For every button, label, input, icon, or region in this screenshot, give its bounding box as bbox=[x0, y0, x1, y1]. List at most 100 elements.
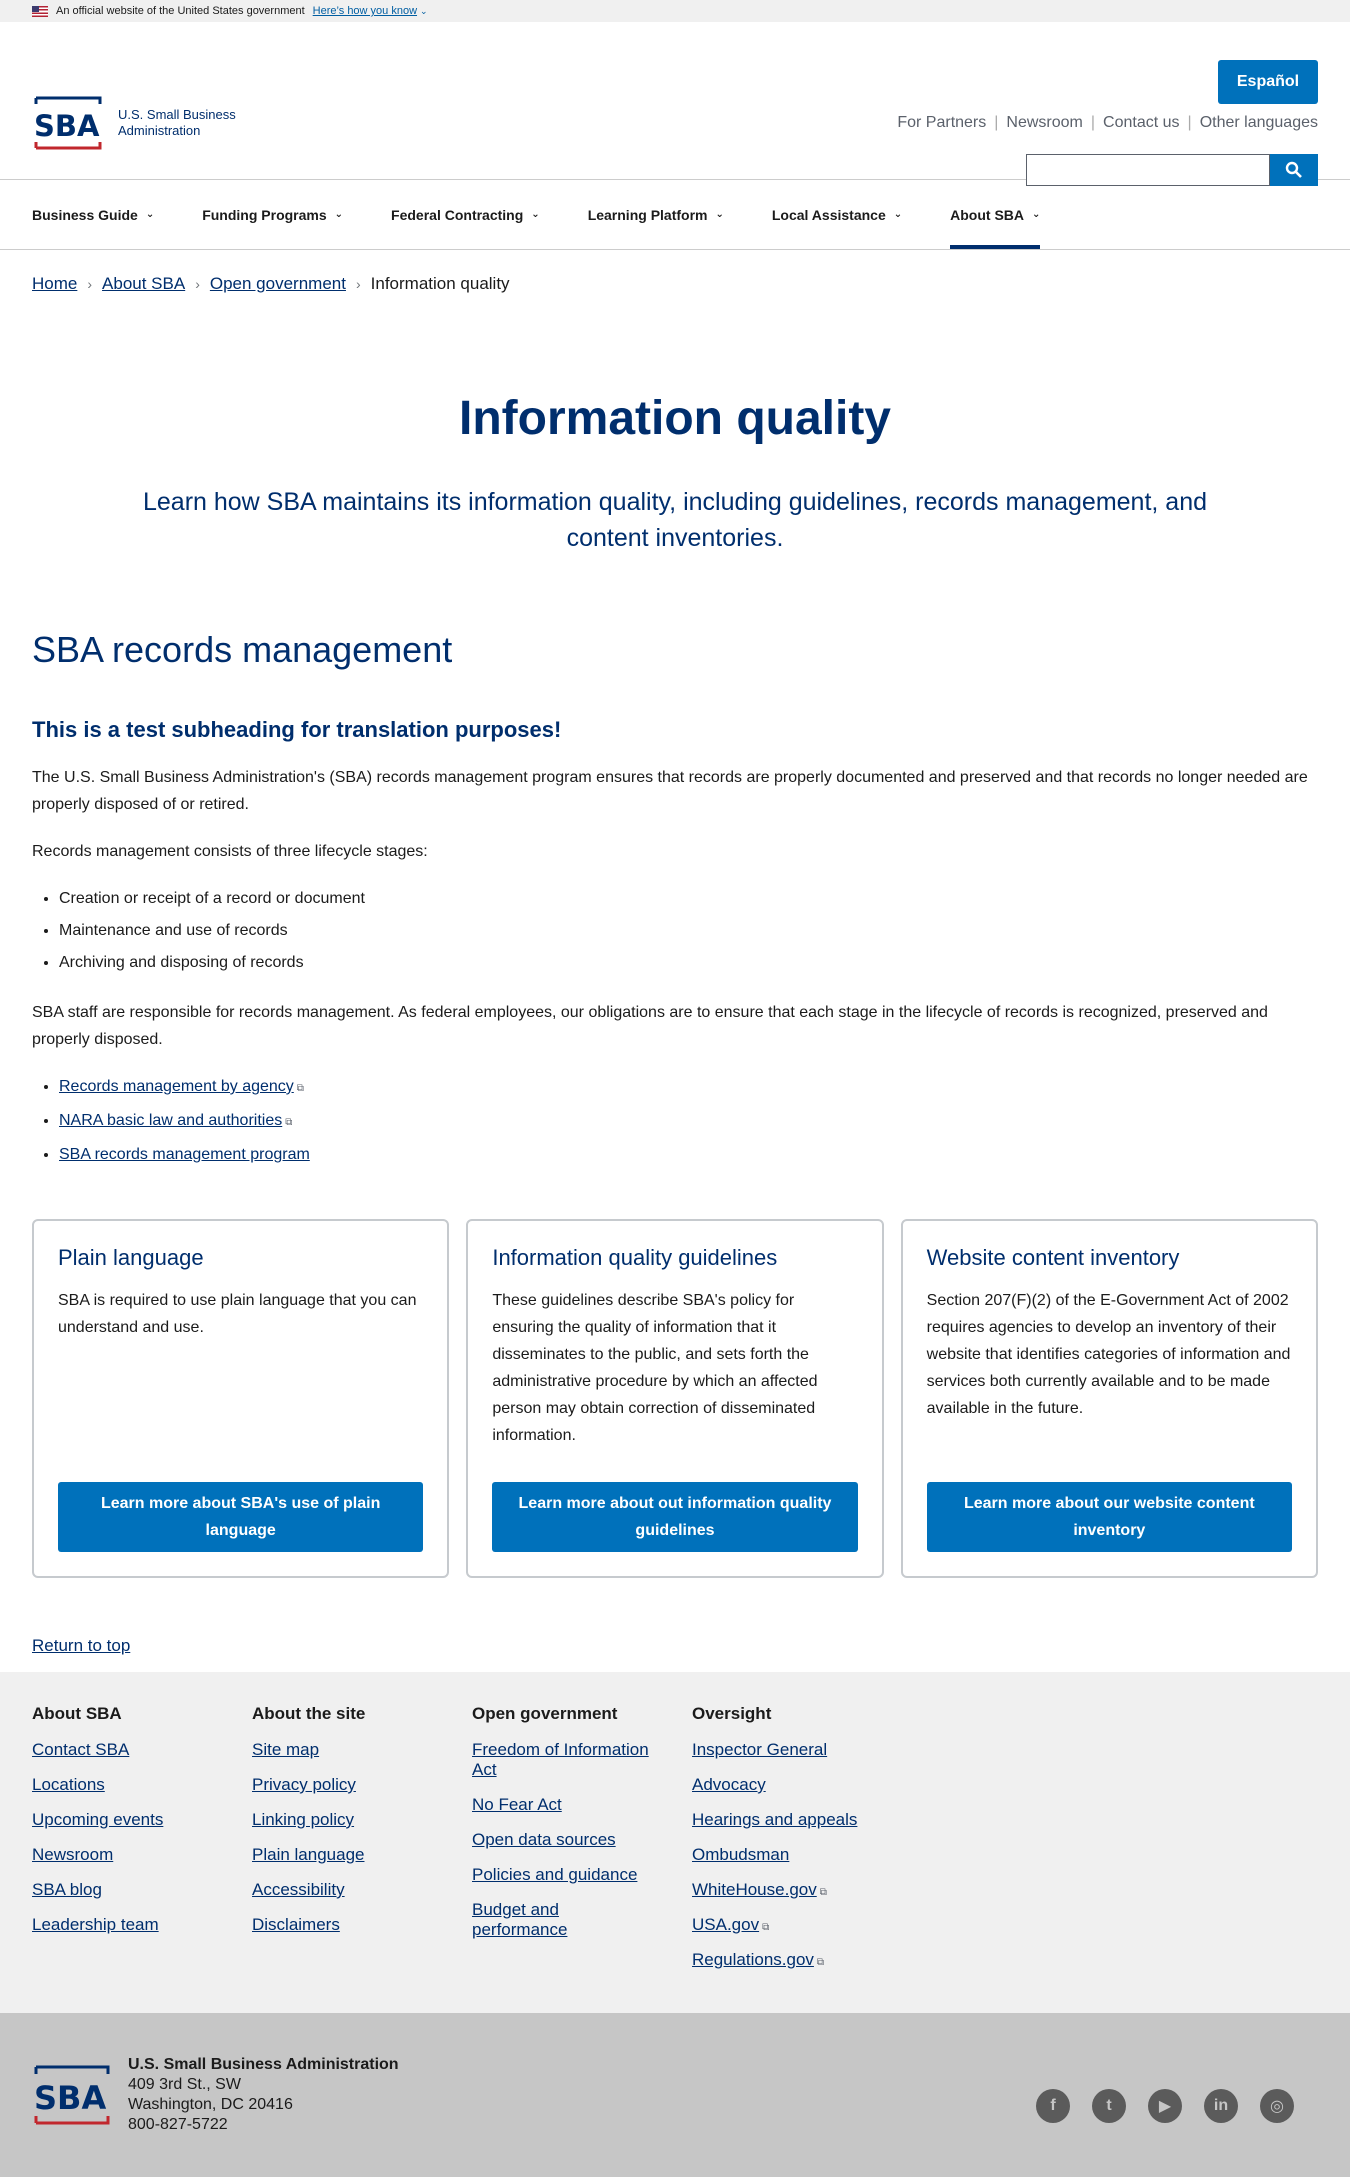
breadcrumb-home[interactable]: Home bbox=[32, 274, 77, 294]
external-link-icon: ⧉ bbox=[285, 1117, 293, 1128]
phone-number: 800-827-5722 bbox=[128, 2116, 228, 2133]
footer-link[interactable]: Hearings and appeals bbox=[692, 1810, 912, 1830]
social-links: f t ▶ in ◎ bbox=[1036, 2089, 1294, 2123]
list-item: Maintenance and use of records bbox=[59, 915, 1318, 947]
other-languages-link[interactable]: Other languages bbox=[1200, 114, 1318, 132]
newsroom-link[interactable]: Newsroom bbox=[1006, 114, 1082, 132]
footer-link[interactable]: No Fear Act bbox=[472, 1795, 692, 1815]
page-subtitle: Learn how SBA maintains its information … bbox=[142, 488, 1208, 552]
linkedin-icon[interactable]: in bbox=[1204, 2089, 1238, 2123]
card-plain-language: Plain language SBA is required to use pl… bbox=[32, 1219, 450, 1578]
youtube-icon[interactable]: ▶ bbox=[1148, 2089, 1182, 2123]
for-partners-link[interactable]: For Partners bbox=[897, 114, 986, 132]
card-body: These guidelines describe SBA's policy f… bbox=[492, 1292, 818, 1444]
twitter-icon[interactable]: t bbox=[1092, 2089, 1126, 2123]
footer-link[interactable]: Advocacy bbox=[692, 1775, 912, 1795]
breadcrumb-open-government[interactable]: Open government bbox=[210, 274, 346, 294]
site-header: SBA U.S. Small Business Administration E… bbox=[0, 22, 1350, 186]
svg-text:SBA: SBA bbox=[34, 2079, 106, 2117]
card-content-inventory: Website content inventory Section 207(F)… bbox=[900, 1219, 1318, 1578]
sba-records-program-link[interactable]: SBA records management program bbox=[59, 1146, 310, 1163]
chevron-down-icon: ⌄ bbox=[715, 209, 724, 220]
list-item: Archiving and disposing of records bbox=[59, 947, 1318, 979]
search-button[interactable] bbox=[1270, 154, 1318, 186]
search-form bbox=[1026, 154, 1318, 186]
card-title: Information quality guidelines bbox=[492, 1245, 778, 1270]
footer-link[interactable]: Linking policy bbox=[252, 1810, 472, 1830]
plain-language-button[interactable]: Learn more about SBA's use of plain lang… bbox=[58, 1482, 424, 1552]
nav-local-assistance[interactable]: Local Assistance ⌄ bbox=[772, 180, 902, 249]
contact-us-link[interactable]: Contact us bbox=[1103, 114, 1179, 132]
footer-col-oversight: Oversight Inspector General Advocacy Hea… bbox=[692, 1704, 912, 1985]
footer-link[interactable]: Accessibility bbox=[252, 1880, 472, 1900]
chevron-down-icon: ⌄ bbox=[334, 209, 344, 220]
footer-link[interactable]: Disclaimers bbox=[252, 1915, 472, 1935]
footer-link[interactable]: Inspector General bbox=[692, 1740, 912, 1760]
card-title: Plain language bbox=[58, 1245, 204, 1270]
footer-link[interactable]: Privacy policy bbox=[252, 1775, 472, 1795]
sba-logo-icon[interactable]: SBA bbox=[32, 2063, 112, 2127]
breadcrumb: Home › About SBA › Open government › Inf… bbox=[0, 250, 1350, 294]
footer-link[interactable]: Policies and guidance bbox=[472, 1865, 692, 1885]
sba-logo[interactable]: SBA U.S. Small Business Administration bbox=[32, 94, 236, 152]
nav-federal-contracting[interactable]: Federal Contracting ⌄ bbox=[391, 180, 540, 249]
footer-link[interactable]: Plain language bbox=[252, 1845, 472, 1865]
logo-line2: Administration bbox=[118, 123, 201, 138]
chevron-down-icon: ⌄ bbox=[531, 209, 540, 220]
logo-line1: U.S. Small Business bbox=[118, 107, 236, 122]
footer-link[interactable]: Regulations.gov bbox=[692, 1950, 814, 1970]
footer-link[interactable]: WhiteHouse.gov bbox=[692, 1880, 817, 1900]
footer-col-open-government: Open government Freedom of Information A… bbox=[472, 1704, 692, 1985]
nav-business-guide[interactable]: Business Guide ⌄ bbox=[32, 180, 154, 249]
footer-link[interactable]: SBA blog bbox=[32, 1880, 252, 1900]
external-link-icon: ⧉ bbox=[819, 1887, 827, 1898]
us-flag-icon bbox=[32, 5, 48, 17]
gov-banner: An official website of the United States… bbox=[0, 0, 1350, 22]
quality-guidelines-button[interactable]: Learn more about out information quality… bbox=[492, 1482, 858, 1552]
nara-law-link[interactable]: NARA basic law and authorities bbox=[59, 1112, 282, 1129]
external-link-icon: ⧉ bbox=[296, 1083, 304, 1094]
footer-col-title: About the site bbox=[252, 1704, 366, 1723]
sba-logo-icon: SBA bbox=[34, 96, 102, 150]
records-links: Records management by agency⧉ NARA basic… bbox=[32, 1071, 1318, 1171]
search-input[interactable] bbox=[1026, 154, 1270, 186]
instagram-icon[interactable]: ◎ bbox=[1260, 2089, 1294, 2123]
footer-link[interactable]: USA.gov bbox=[692, 1915, 759, 1935]
footer-col-about-site: About the site Site map Privacy policy L… bbox=[252, 1704, 472, 1985]
footer-link[interactable]: Budget and performance bbox=[472, 1900, 582, 1940]
footer-link[interactable]: Leadership team bbox=[32, 1915, 252, 1935]
return-to-top-link[interactable]: Return to top bbox=[32, 1636, 130, 1655]
page-title: Information quality bbox=[459, 392, 891, 445]
facebook-icon[interactable]: f bbox=[1036, 2089, 1070, 2123]
footer-link[interactable]: Contact SBA bbox=[32, 1740, 252, 1760]
card-body: SBA is required to use plain language th… bbox=[58, 1292, 417, 1336]
records-by-agency-link[interactable]: Records management by agency bbox=[59, 1078, 294, 1095]
chevron-down-icon[interactable]: ⌄ bbox=[420, 6, 428, 17]
svg-text:SBA: SBA bbox=[34, 109, 100, 143]
card-title: Website content inventory bbox=[926, 1245, 1180, 1270]
section-subheading: This is a test subheading for translatio… bbox=[32, 717, 562, 742]
espanol-button[interactable]: Español bbox=[1218, 60, 1318, 104]
chevron-down-icon: ⌄ bbox=[145, 209, 155, 220]
utility-nav: For Partners | Newsroom | Contact us | O… bbox=[897, 114, 1318, 132]
breadcrumb-about-sba[interactable]: About SBA bbox=[102, 274, 185, 294]
footer-link[interactable]: Freedom of Information Act bbox=[472, 1740, 672, 1780]
nav-funding-programs[interactable]: Funding Programs ⌄ bbox=[202, 180, 343, 249]
list-item: Creation or receipt of a record or docum… bbox=[59, 883, 1318, 915]
heres-how-you-know-link[interactable]: Here’s how you know bbox=[313, 5, 417, 17]
content-inventory-button[interactable]: Learn more about our website content inv… bbox=[926, 1482, 1292, 1552]
footer-link[interactable]: Ombudsman bbox=[692, 1845, 912, 1865]
card-body: Section 207(F)(2) of the E-Government Ac… bbox=[926, 1292, 1291, 1417]
footer-link[interactable]: Locations bbox=[32, 1775, 252, 1795]
chevron-down-icon: ⌄ bbox=[893, 209, 903, 220]
chevron-right-icon: › bbox=[355, 276, 361, 292]
external-link-icon: ⧉ bbox=[762, 1922, 770, 1933]
footer-link[interactable]: Newsroom bbox=[32, 1845, 252, 1865]
gov-banner-text: An official website of the United States… bbox=[56, 5, 305, 17]
footer-link[interactable]: Open data sources bbox=[472, 1830, 692, 1850]
footer-link[interactable]: Site map bbox=[252, 1740, 472, 1760]
nav-learning-platform[interactable]: Learning Platform ⌄ bbox=[588, 180, 724, 249]
footer-col-title: Open government bbox=[472, 1704, 618, 1723]
footer-link[interactable]: Upcoming events bbox=[32, 1810, 252, 1830]
nav-about-sba[interactable]: About SBA ⌄ bbox=[950, 180, 1041, 249]
